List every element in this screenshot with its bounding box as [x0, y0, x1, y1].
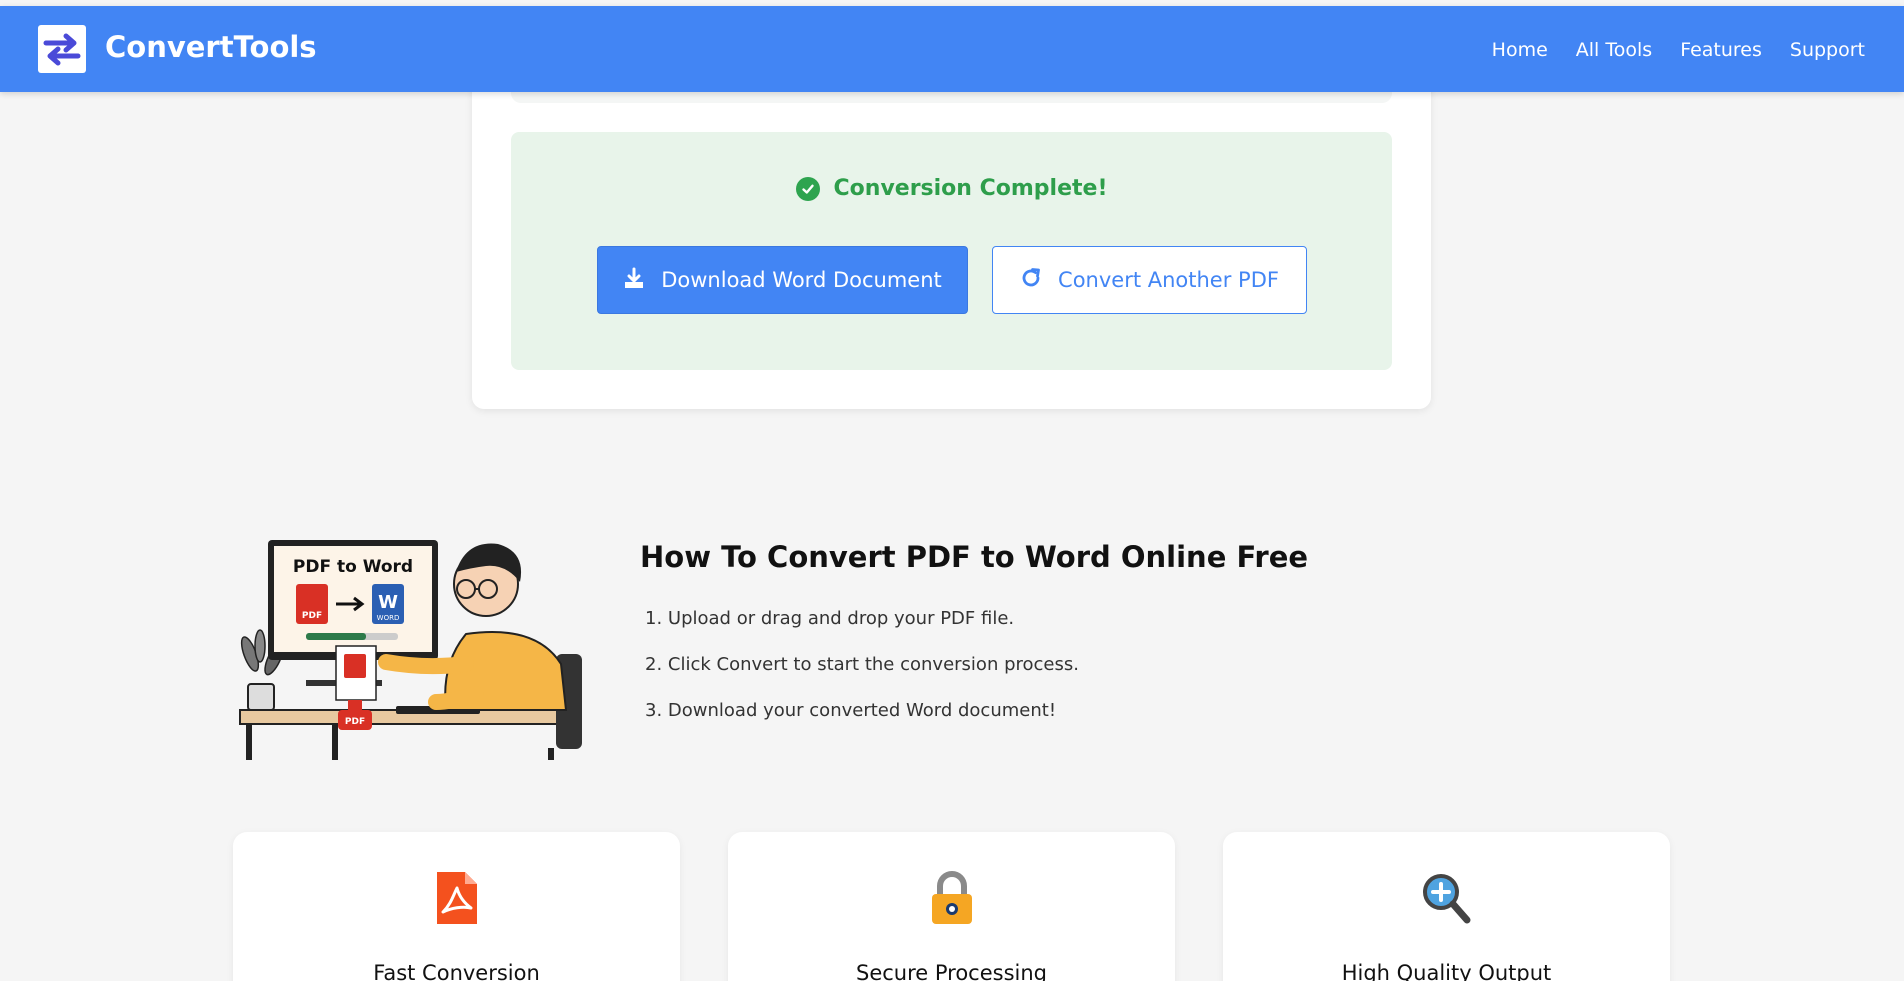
main-nav: Home All Tools Features Support	[1464, 39, 1865, 61]
convert-another-button[interactable]: Convert Another PDF	[992, 246, 1307, 314]
feature-title: Secure Processing	[855, 961, 1047, 981]
nav-features[interactable]: Features	[1680, 39, 1762, 61]
status-text: Conversion Complete!	[833, 176, 1108, 201]
feature-card-high-quality-output: High Quality Output	[1223, 832, 1670, 981]
howto-step: 3. Download your converted Word document…	[645, 700, 1057, 721]
nav-support[interactable]: Support	[1790, 39, 1865, 61]
brand-name[interactable]: ConvertTools	[105, 30, 317, 64]
download-word-button[interactable]: Download Word Document	[597, 246, 968, 314]
feature-card-secure-processing: Secure Processing	[728, 832, 1175, 981]
svg-text:PDF: PDF	[302, 611, 322, 621]
padlock-icon	[926, 870, 978, 926]
svg-text:WORD: WORD	[377, 614, 400, 622]
swap-arrows-icon[interactable]	[38, 25, 86, 73]
howto-title: How To Convert PDF to Word Online Free	[640, 540, 1309, 574]
pdf-file-icon	[431, 870, 483, 926]
check-circle-icon	[795, 176, 820, 201]
download-button-label: Download Word Document	[661, 268, 942, 292]
magnifier-plus-icon	[1421, 870, 1473, 926]
conversion-result-panel: Conversion Complete! Download Word Docum…	[511, 132, 1392, 370]
howto-step: 1. Upload or drag and drop your PDF file…	[645, 608, 1015, 629]
nav-all-tools[interactable]: All Tools	[1576, 39, 1652, 61]
svg-text:PDF: PDF	[345, 717, 365, 727]
illustration-caption: PDF to Word	[293, 557, 413, 577]
feature-title: High Quality Output	[1341, 961, 1552, 981]
convert-another-label: Convert Another PDF	[1058, 268, 1279, 292]
svg-text:W: W	[378, 592, 398, 613]
howto-step: 2. Click Convert to start the conversion…	[645, 654, 1079, 675]
redo-icon	[1020, 267, 1042, 294]
pdf-to-word-illustration: PDF to Word PDF W WORD PDF	[236, 534, 586, 760]
nav-home[interactable]: Home	[1492, 39, 1548, 61]
howto-steps: 1. Upload or drag and drop your PDF file…	[645, 608, 1079, 746]
feature-card-fast-conversion: Fast Conversion	[233, 832, 680, 981]
top-header: ConvertTools Home All Tools Features Sup…	[0, 6, 1904, 92]
feature-title: Fast Conversion	[373, 961, 540, 981]
download-icon	[623, 267, 645, 294]
status-line: Conversion Complete!	[511, 176, 1392, 201]
